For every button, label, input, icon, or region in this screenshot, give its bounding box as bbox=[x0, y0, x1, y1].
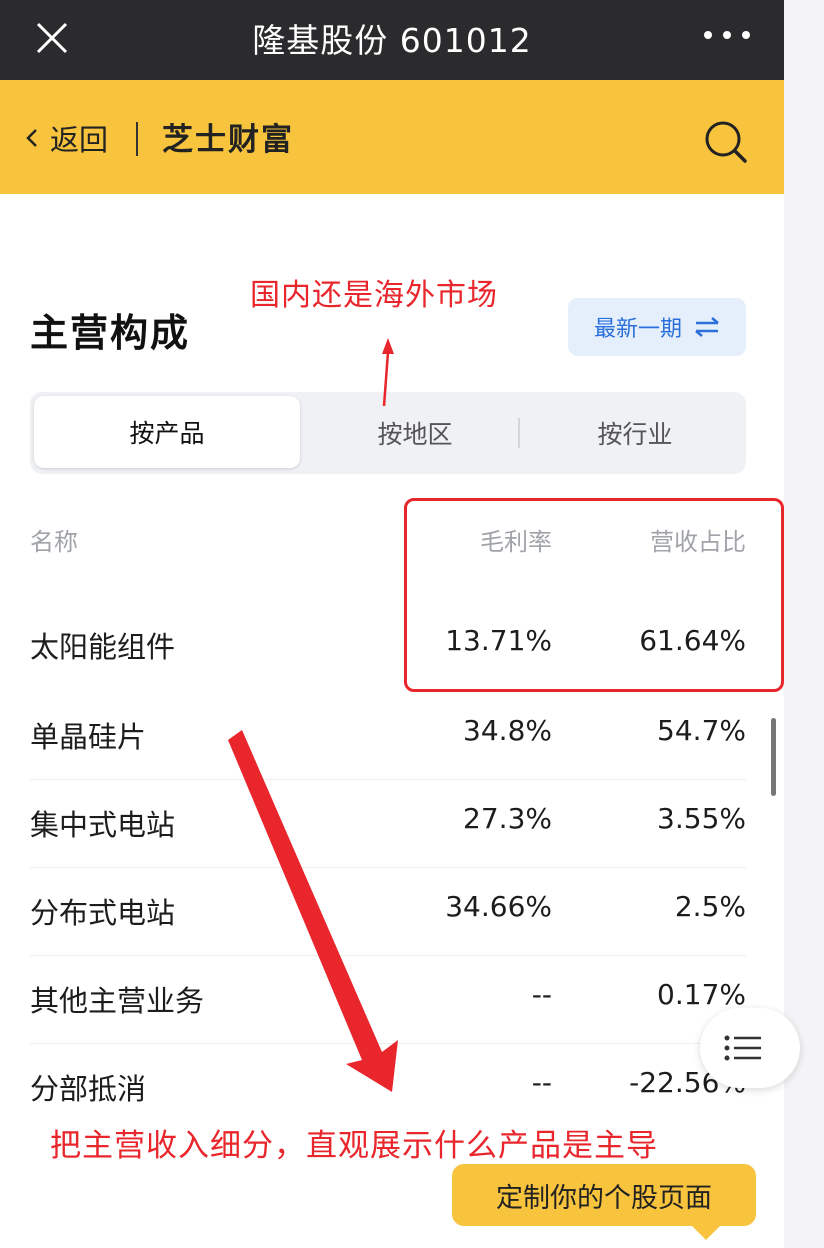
table-row[interactable]: 其他主营业务 -- 0.17% bbox=[30, 954, 746, 1044]
nav-divider bbox=[136, 122, 138, 156]
row-name: 集中式电站 bbox=[30, 808, 176, 842]
tab-by-product[interactable]: 按产品 bbox=[34, 396, 300, 468]
segmented-tabs: 按产品 按地区 按行业 bbox=[30, 392, 746, 474]
row-gross-margin: -- bbox=[531, 1066, 552, 1099]
header-name: 名称 bbox=[30, 528, 78, 556]
back-button[interactable]: 返回 bbox=[24, 116, 108, 160]
search-icon[interactable] bbox=[702, 118, 748, 164]
row-gross-margin: 27.3% bbox=[463, 802, 552, 835]
back-label: 返回 bbox=[50, 123, 109, 157]
annotation-summary-note: 把主营收入细分，直观展示什么产品是主导 bbox=[50, 1128, 658, 1164]
row-name: 太阳能组件 bbox=[30, 630, 176, 664]
table-row[interactable]: 分部抵消 -- -22.56% bbox=[30, 1042, 746, 1132]
row-revenue-share: 54.7% bbox=[657, 714, 746, 747]
window-topbar: 隆基股份 601012 bbox=[0, 0, 784, 80]
tab-by-industry[interactable]: 按行业 bbox=[524, 392, 746, 474]
section-title: 主营构成 bbox=[30, 311, 191, 355]
back-chevron-icon bbox=[26, 129, 37, 147]
row-revenue-share: 0.17% bbox=[657, 978, 746, 1011]
swap-icon bbox=[695, 317, 719, 337]
window-title: 隆基股份 601012 bbox=[252, 21, 532, 60]
brand-title: 芝士财富 bbox=[162, 122, 294, 158]
table-row[interactable]: 集中式电站 27.3% 3.55% bbox=[30, 778, 746, 868]
row-revenue-share: 3.55% bbox=[657, 802, 746, 835]
list-menu-button[interactable] bbox=[700, 1008, 800, 1088]
row-name: 其他主营业务 bbox=[30, 984, 205, 1018]
button-pointer bbox=[690, 1224, 722, 1240]
period-switch-button[interactable]: 最新一期 bbox=[568, 298, 746, 356]
row-gross-margin: 34.66% bbox=[445, 890, 552, 923]
row-name: 分布式电站 bbox=[30, 896, 176, 930]
row-name: 分部抵消 bbox=[30, 1072, 147, 1106]
row-gross-margin: 34.8% bbox=[463, 714, 552, 747]
highlight-box bbox=[404, 498, 784, 692]
row-gross-margin: -- bbox=[531, 978, 552, 1011]
scrollbar[interactable] bbox=[771, 718, 776, 796]
row-revenue-share: 2.5% bbox=[674, 890, 746, 923]
period-label: 最新一期 bbox=[593, 317, 682, 342]
table-row[interactable]: 单晶硅片 34.8% 54.7% bbox=[30, 690, 746, 780]
list-icon bbox=[724, 1035, 761, 1061]
row-name: 单晶硅片 bbox=[30, 720, 147, 754]
customize-page-button[interactable]: 定制你的个股页面 bbox=[452, 1164, 756, 1226]
tab-separator bbox=[518, 418, 520, 448]
annotation-region-note: 国内还是海外市场 bbox=[250, 278, 498, 313]
table-row[interactable]: 分布式电站 34.66% 2.5% bbox=[30, 866, 746, 956]
nav-bar: 返回 芝士财富 bbox=[0, 80, 784, 194]
tab-by-region[interactable]: 按地区 bbox=[306, 392, 524, 474]
more-icon[interactable] bbox=[704, 31, 750, 41]
